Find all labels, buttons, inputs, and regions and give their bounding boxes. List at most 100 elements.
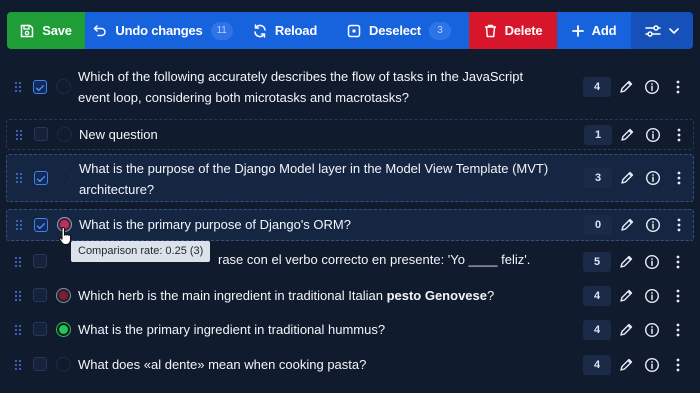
more-vertical-icon[interactable] xyxy=(670,357,686,373)
row-checkbox[interactable] xyxy=(33,80,47,94)
row-checkbox[interactable] xyxy=(33,254,47,268)
question-row[interactable]: New question 1 xyxy=(6,119,694,150)
pencil-icon[interactable] xyxy=(618,254,634,270)
answer-count: 3 xyxy=(584,168,612,188)
undo-count-badge: 11 xyxy=(210,21,233,40)
pencil-icon[interactable] xyxy=(618,79,634,95)
row-checkbox[interactable] xyxy=(33,288,47,302)
info-icon[interactable] xyxy=(645,217,661,233)
toolbar: Save Undo changes 11 Reload Deselect 3 D… xyxy=(7,12,693,49)
answer-count: 4 xyxy=(583,286,611,306)
status-indicator[interactable] xyxy=(56,288,71,303)
question-text: Which of the following accurately descri… xyxy=(78,69,524,105)
answer-count: 5 xyxy=(583,252,611,272)
more-vertical-icon[interactable] xyxy=(671,127,687,143)
reload-label: Reload xyxy=(274,23,318,38)
delete-button[interactable]: Delete xyxy=(469,12,557,49)
filter-menu-button[interactable] xyxy=(631,12,693,49)
info-icon[interactable] xyxy=(644,322,660,338)
question-text-bold: pesto Genovese xyxy=(386,288,487,303)
save-icon xyxy=(20,24,34,37)
question-text: What is the primary ingredient in tradit… xyxy=(78,322,386,337)
question-row[interactable]: What is the purpose of the Django Model … xyxy=(6,154,694,202)
trash-icon xyxy=(484,24,496,37)
question-text: What is the primary purpose of Django's … xyxy=(79,217,351,232)
row-checkbox[interactable] xyxy=(33,322,47,336)
question-row[interactable]: Which herb is the main ingredient in tra… xyxy=(6,283,694,309)
question-text: rase con el verbo correcto en presente: … xyxy=(218,252,531,267)
drag-handle-icon[interactable] xyxy=(15,172,23,184)
pencil-icon[interactable] xyxy=(619,217,635,233)
drag-handle-icon[interactable] xyxy=(14,324,22,336)
row-checkbox[interactable] xyxy=(33,357,47,371)
answer-count: 1 xyxy=(584,125,612,145)
drag-handle-icon[interactable] xyxy=(15,219,23,231)
save-button[interactable]: Save xyxy=(7,12,85,49)
row-checkbox[interactable] xyxy=(34,218,48,232)
more-vertical-icon[interactable] xyxy=(670,254,686,270)
check-icon xyxy=(35,173,47,185)
deselect-button[interactable]: Deselect 3 xyxy=(329,12,469,49)
question-row[interactable]: What is the primary ingredient in tradit… xyxy=(6,317,694,343)
pencil-icon[interactable] xyxy=(618,322,634,338)
status-indicator[interactable] xyxy=(57,170,72,185)
delete-label: Delete xyxy=(504,23,543,38)
info-icon[interactable] xyxy=(644,357,660,373)
status-indicator[interactable] xyxy=(56,322,71,337)
info-icon[interactable] xyxy=(644,79,660,95)
pencil-icon[interactable] xyxy=(618,288,634,304)
more-vertical-icon[interactable] xyxy=(670,79,686,95)
row-checkbox[interactable] xyxy=(34,127,48,141)
question-row[interactable]: What is the primary purpose of Django's … xyxy=(6,209,694,241)
deselect-label: Deselect xyxy=(369,23,421,38)
add-button[interactable]: Add xyxy=(557,12,631,49)
sliders-icon xyxy=(645,24,661,37)
question-row[interactable]: Which of the following accurately descri… xyxy=(6,64,694,110)
info-icon[interactable] xyxy=(644,288,660,304)
status-indicator[interactable] xyxy=(56,79,71,94)
undo-icon xyxy=(94,24,107,36)
add-label: Add xyxy=(591,23,617,38)
reload-button[interactable]: Reload xyxy=(241,12,329,49)
pencil-icon[interactable] xyxy=(619,170,635,186)
pencil-icon[interactable] xyxy=(618,357,634,373)
pencil-icon[interactable] xyxy=(619,127,635,143)
plus-icon xyxy=(571,24,584,37)
question-text: Which herb is the main ingredient in tra… xyxy=(78,285,558,306)
undo-label: Undo changes xyxy=(115,23,203,38)
drag-handle-icon[interactable] xyxy=(14,290,22,302)
question-text-part: Which herb is the main ingredient in tra… xyxy=(78,288,387,303)
reload-icon xyxy=(254,23,266,38)
undo-changes-button[interactable]: Undo changes 11 xyxy=(85,12,241,49)
drag-handle-icon[interactable] xyxy=(14,256,22,268)
answer-count: 4 xyxy=(583,77,611,97)
info-icon[interactable] xyxy=(645,170,661,186)
chevron-down-icon xyxy=(669,27,679,34)
save-label: Save xyxy=(42,23,72,38)
status-indicator[interactable] xyxy=(57,127,72,142)
row-checkbox[interactable] xyxy=(34,171,48,185)
question-text: New question xyxy=(79,127,158,142)
more-vertical-icon[interactable] xyxy=(670,288,686,304)
question-row[interactable]: What does «al dente» mean when cooking p… xyxy=(6,352,694,378)
more-vertical-icon[interactable] xyxy=(671,170,687,186)
status-indicator[interactable] xyxy=(56,357,71,372)
drag-handle-icon[interactable] xyxy=(14,81,22,93)
check-icon xyxy=(34,82,46,94)
deselect-count-badge: 3 xyxy=(428,21,451,40)
check-icon xyxy=(35,220,47,232)
drag-handle-icon[interactable] xyxy=(15,129,23,141)
more-vertical-icon[interactable] xyxy=(671,217,687,233)
more-vertical-icon[interactable] xyxy=(670,322,686,338)
answer-count: 4 xyxy=(583,355,611,375)
question-text: What is the purpose of the Django Model … xyxy=(79,161,549,197)
answer-count: 0 xyxy=(584,215,612,235)
info-icon[interactable] xyxy=(644,254,660,270)
question-text-end: ? xyxy=(487,288,495,303)
comparison-rate-tooltip: Comparison rate: 0.25 (3) xyxy=(71,241,211,262)
info-icon[interactable] xyxy=(645,127,661,143)
drag-handle-icon[interactable] xyxy=(14,359,22,371)
answer-count: 4 xyxy=(583,320,611,340)
deselect-icon xyxy=(347,24,361,37)
cursor-hand-icon xyxy=(58,226,72,246)
